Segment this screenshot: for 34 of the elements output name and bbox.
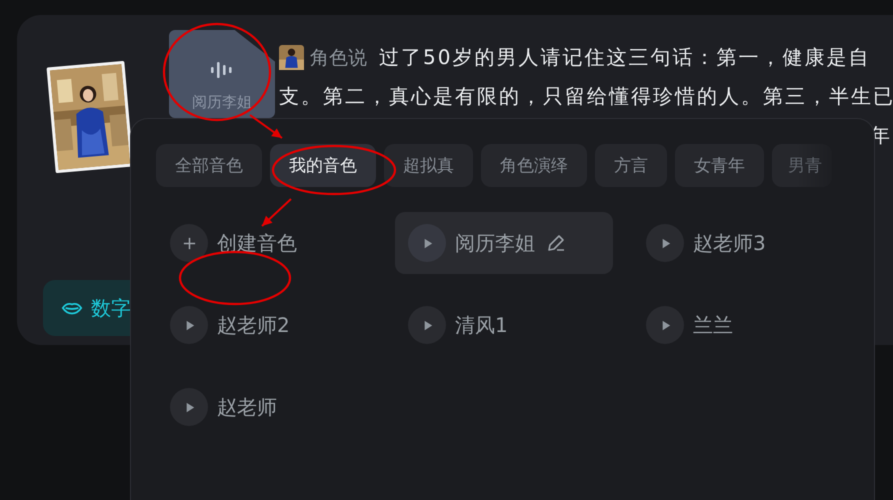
voice-tab[interactable]: 女青年: [675, 144, 764, 187]
play-icon: [646, 224, 684, 262]
voice-item[interactable]: 赵老师3: [633, 212, 851, 274]
annotation-arrow: [249, 114, 283, 139]
speaker-name: 角色说: [310, 46, 367, 70]
play-icon: [170, 306, 208, 344]
waveform-icon: [210, 61, 234, 79]
annotation-arrow: [261, 198, 292, 227]
voice-item[interactable]: 阅历李姐: [395, 212, 613, 274]
voice-tab[interactable]: 角色演绎: [481, 144, 587, 187]
play-icon: [408, 224, 446, 262]
plus-icon: [170, 224, 208, 262]
voice-item[interactable]: 兰兰: [633, 294, 851, 356]
play-icon: [646, 306, 684, 344]
voice-tab[interactable]: 方言: [595, 144, 667, 187]
voice-item[interactable]: 赵老师2: [157, 294, 375, 356]
voice-name: 清风1: [455, 312, 508, 338]
voice-name: 赵老师3: [693, 230, 766, 256]
voice-tab[interactable]: 我的音色: [270, 144, 376, 187]
play-icon: [170, 388, 208, 426]
play-icon: [408, 306, 446, 344]
voice-name: 阅历李姐: [455, 230, 535, 256]
post-text: 支。第二，真心是有限的，只留给懂得珍惜的人。第三，半生已: [279, 83, 893, 110]
voice-tab[interactable]: 超拟真: [384, 144, 473, 187]
voice-item[interactable]: 赵老师: [157, 376, 375, 438]
lips-icon: [61, 301, 83, 315]
voice-item[interactable]: 清风1: [395, 294, 613, 356]
post-text: 过了50岁的男人请记住这三句话：第一，健康是自: [379, 44, 870, 71]
pencil-icon[interactable]: [546, 233, 566, 253]
voice-name: 赵老师2: [217, 312, 290, 338]
voice-tab[interactable]: 全部音色: [156, 144, 262, 187]
file-name: 阅历李姐: [192, 93, 252, 112]
voice-name: 兰兰: [693, 312, 733, 338]
voice-name: 赵老师: [217, 394, 277, 420]
